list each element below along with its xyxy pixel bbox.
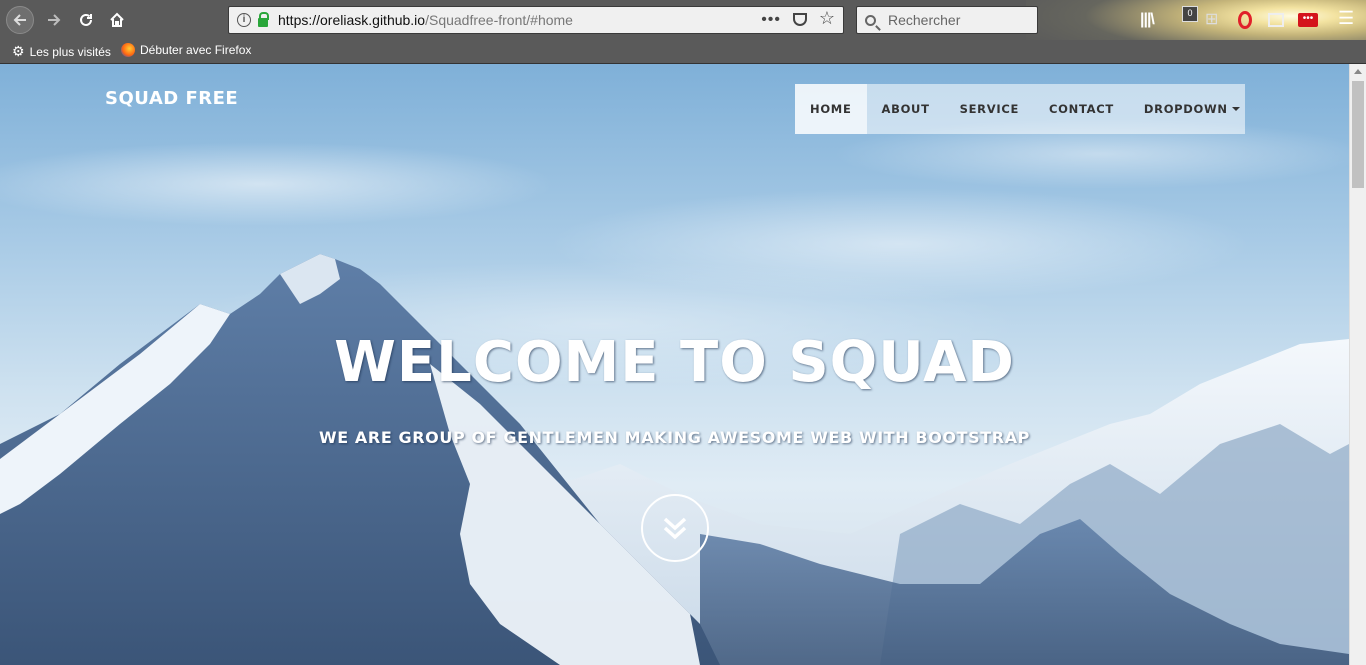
reload-icon	[80, 13, 92, 26]
nav-about[interactable]: ABOUT	[867, 84, 945, 134]
search-placeholder: Rechercher	[888, 12, 961, 28]
info-icon[interactable]: i	[237, 13, 251, 27]
site-brand[interactable]: SQUAD FREE	[105, 88, 238, 109]
sidebar-icon[interactable]	[1268, 13, 1284, 27]
url-text[interactable]: https://oreliask.github.io/Squadfree-fro…	[278, 12, 573, 28]
hamburger-menu-icon[interactable]: ☰	[1338, 8, 1354, 28]
lock-icon[interactable]	[258, 12, 269, 27]
library-icon[interactable]: |||\	[1140, 10, 1155, 30]
back-button[interactable]	[6, 6, 34, 34]
arrow-right-icon	[48, 14, 61, 26]
page-actions-button[interactable]: •••	[761, 11, 781, 29]
nav-contact[interactable]: CONTACT	[1034, 84, 1129, 134]
hero-title: WELCOME TO SQUAD	[334, 330, 1015, 395]
page-scrollbar[interactable]	[1349, 64, 1366, 665]
nav-dropdown[interactable]: DROPDOWN	[1129, 84, 1255, 134]
nav-dropdown-label: DROPDOWN	[1143, 102, 1228, 116]
page-hero: SQUAD FREE HOME ABOUT SERVICE CONTACT DR…	[0, 64, 1349, 665]
search-bar[interactable]: Rechercher	[856, 6, 1038, 34]
double-chevron-down-icon	[663, 517, 687, 540]
url-host: https://oreliask.github.io	[278, 12, 426, 28]
reload-button[interactable]	[72, 6, 100, 34]
firefox-icon	[121, 43, 135, 57]
arrow-left-icon	[13, 14, 26, 26]
star-icon[interactable]: ☆	[819, 8, 835, 29]
home-button[interactable]	[103, 6, 131, 34]
scroll-down-button[interactable]	[641, 494, 709, 562]
main-nav: HOME ABOUT SERVICE CONTACT DROPDOWN	[795, 84, 1245, 134]
nav-service[interactable]: SERVICE	[945, 84, 1034, 134]
browser-toolbar: i https://oreliask.github.io/Squadfree-f…	[0, 0, 1366, 40]
bookmark-label: Les plus visités	[29, 44, 111, 59]
gear-icon: ⚙	[12, 43, 25, 59]
lastpass-icon[interactable]: •••	[1298, 13, 1318, 27]
pocket-icon[interactable]	[793, 13, 807, 26]
counter-badge: 0	[1182, 6, 1198, 22]
forward-button[interactable]	[40, 6, 68, 34]
search-icon	[865, 14, 876, 26]
scroll-up-arrow-icon[interactable]	[1354, 69, 1362, 74]
caret-down-icon	[1231, 107, 1240, 111]
url-bar[interactable]: i https://oreliask.github.io/Squadfree-f…	[228, 6, 844, 34]
opera-icon[interactable]	[1238, 11, 1252, 29]
extension-grid-icon[interactable]: ⊞	[1205, 10, 1218, 30]
bookmark-getting-started[interactable]: Débuter avec Firefox	[121, 43, 251, 57]
url-path: /Squadfree-front/#home	[425, 12, 573, 28]
nav-home[interactable]: HOME	[795, 84, 867, 134]
scrollbar-thumb[interactable]	[1352, 81, 1364, 188]
bookmarks-toolbar: ⚙ Les plus visités Débuter avec Firefox	[0, 40, 1366, 64]
hero-subtitle: WE ARE GROUP OF GENTLEMEN MAKING AWESOME…	[318, 428, 1031, 447]
home-icon	[110, 12, 124, 27]
bookmark-most-visited[interactable]: ⚙ Les plus visités	[12, 43, 111, 60]
bookmark-label: Débuter avec Firefox	[140, 43, 252, 57]
